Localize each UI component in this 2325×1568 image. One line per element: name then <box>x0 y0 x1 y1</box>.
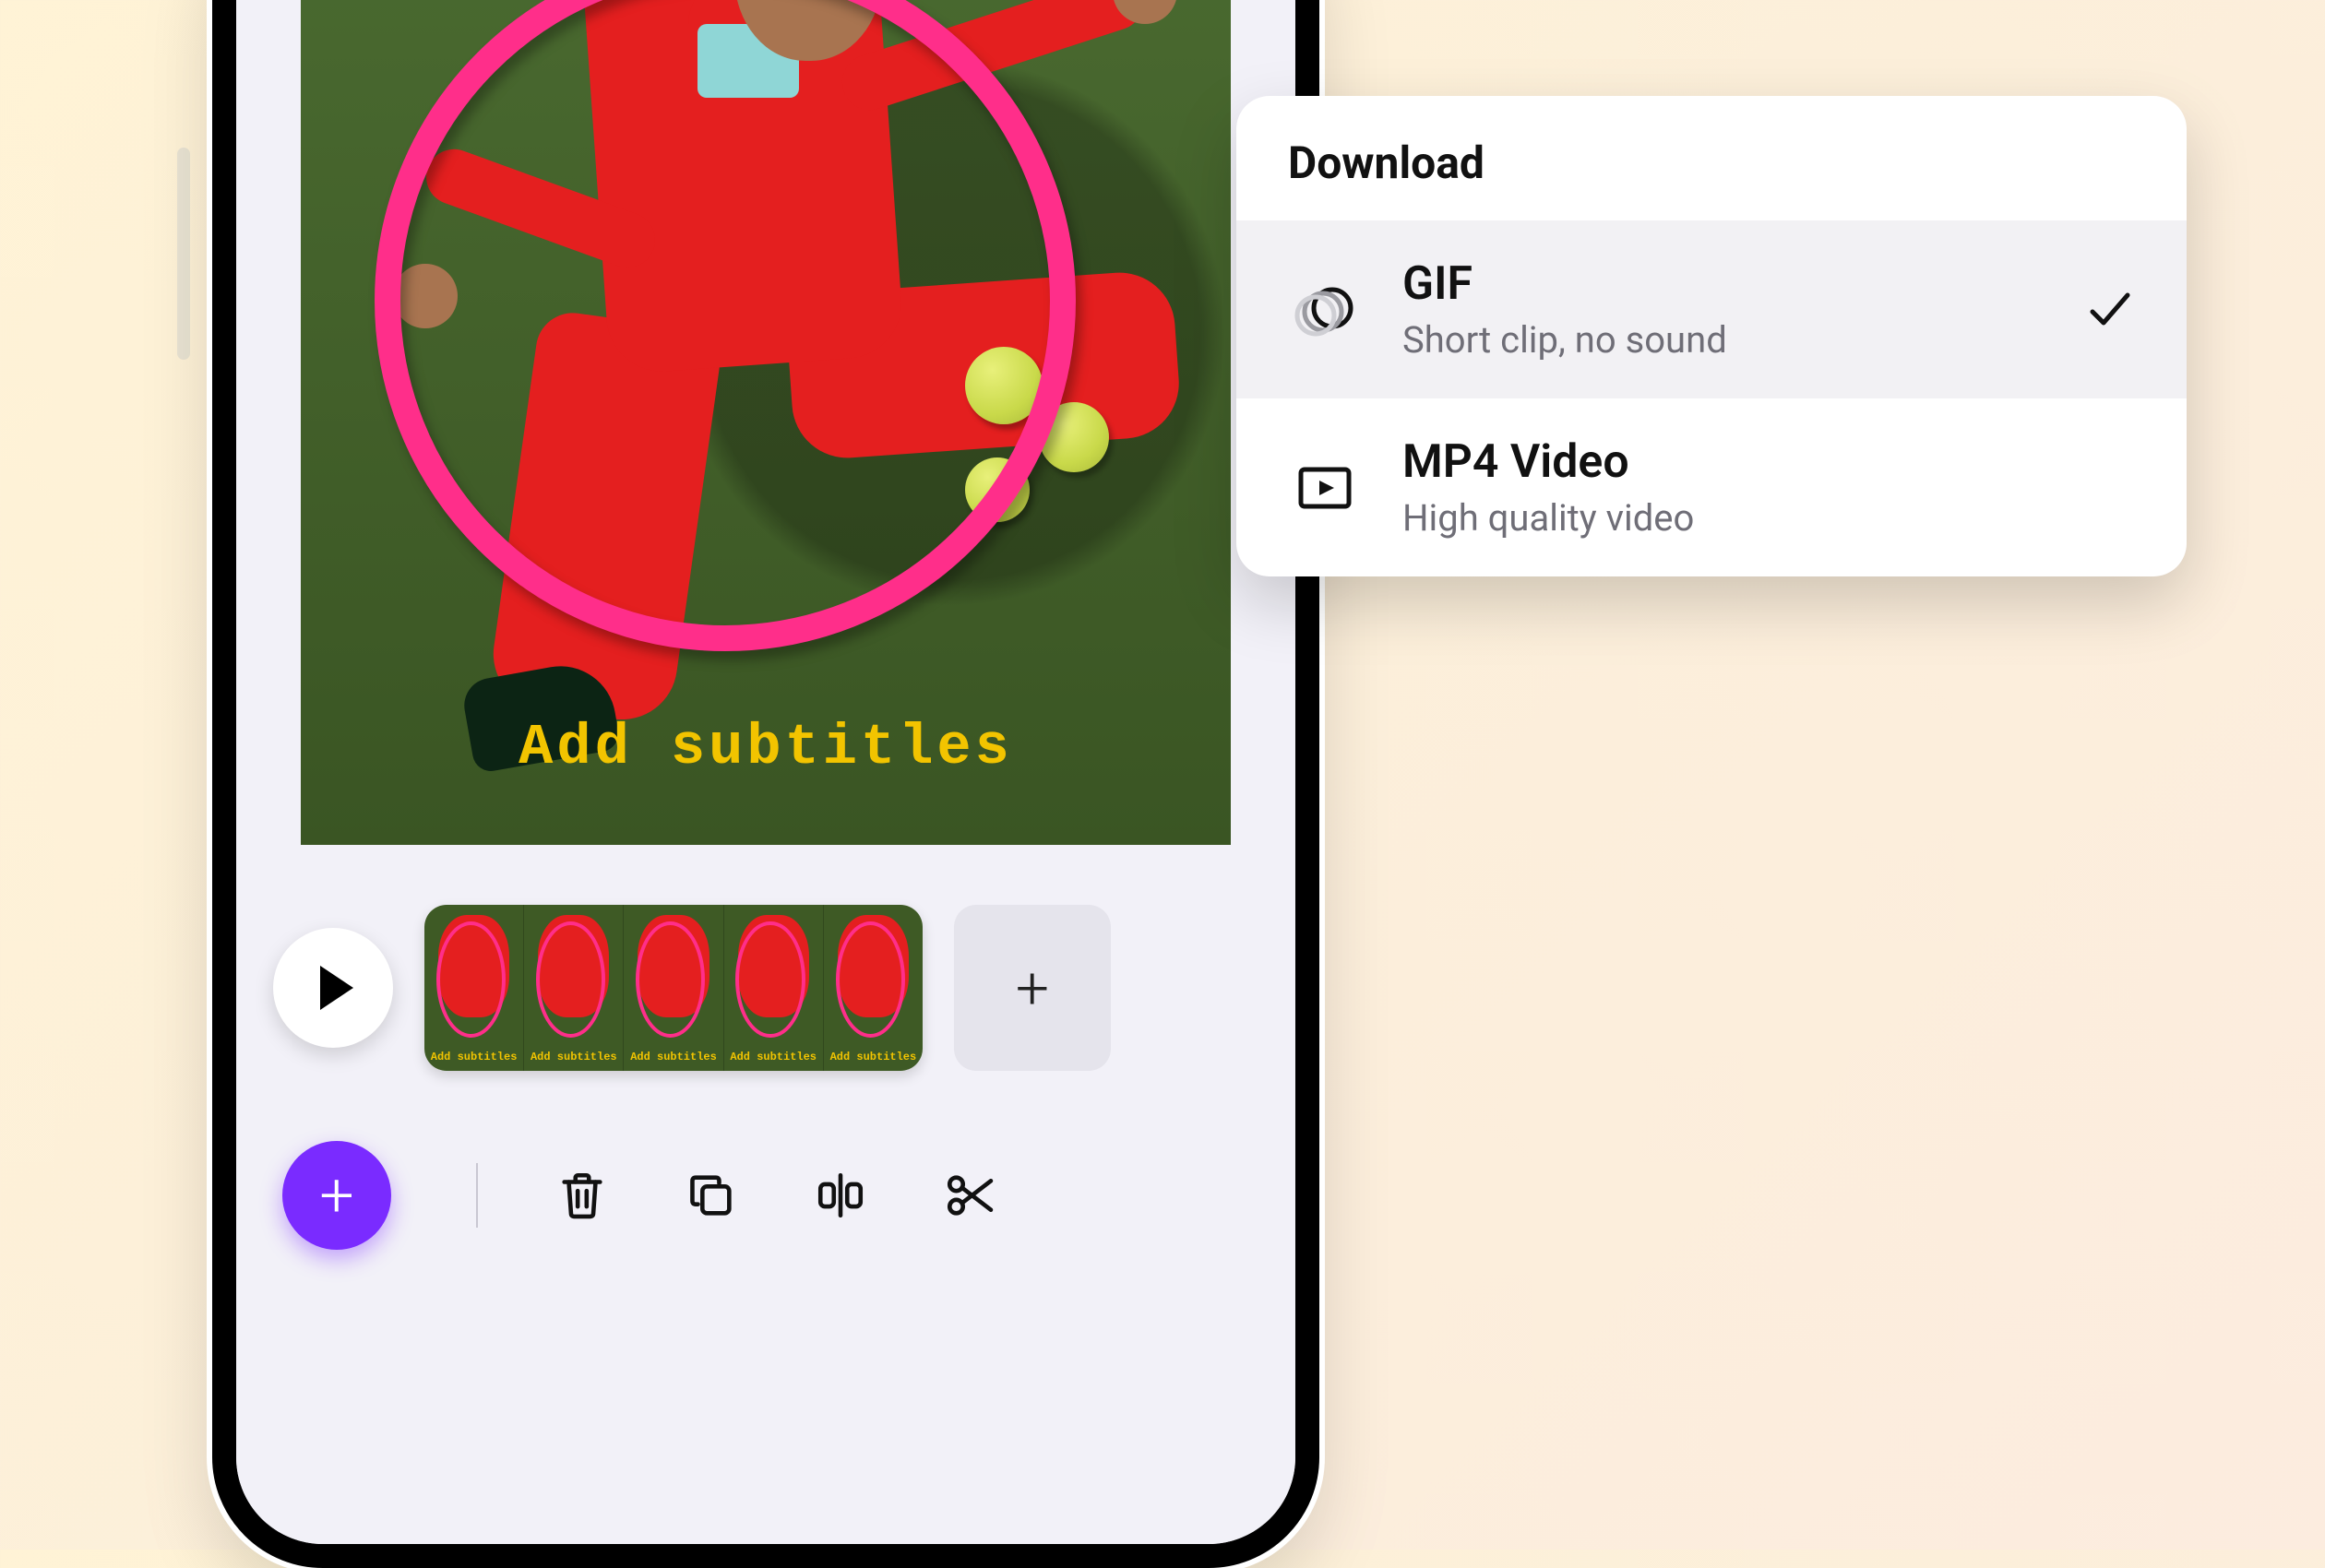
thumb-subtitle: Add subtitles <box>424 1051 523 1063</box>
split-button[interactable] <box>808 1163 873 1228</box>
scissors-icon <box>943 1169 996 1222</box>
gif-motion-icon <box>1288 273 1362 347</box>
add-clip-button[interactable]: + <box>954 905 1111 1071</box>
trash-icon <box>555 1169 609 1222</box>
delete-button[interactable] <box>550 1163 614 1228</box>
timeline-thumbnail[interactable]: Add subtitles <box>724 905 824 1071</box>
thumb-subtitle: Add subtitles <box>724 1051 823 1063</box>
timeline: Add subtitles Add subtitles Add subtitle… <box>273 900 1258 1075</box>
download-option-mp4[interactable]: MP4 Video High quality video <box>1236 398 2187 576</box>
plus-icon: + <box>319 1160 353 1231</box>
timeline-thumbnail[interactable]: Add subtitles <box>424 905 524 1071</box>
popover-title: Download <box>1236 96 2187 220</box>
option-label: GIF <box>1402 257 2043 311</box>
play-icon <box>320 966 353 1010</box>
video-canvas[interactable]: Add subtitles <box>301 0 1231 845</box>
timeline-thumbnail[interactable]: Add subtitles <box>624 905 723 1071</box>
option-description: High quality video <box>1402 496 2135 540</box>
cut-button[interactable] <box>937 1163 1002 1228</box>
download-option-gif[interactable]: GIF Short clip, no sound <box>1236 220 2187 398</box>
play-button[interactable] <box>273 928 393 1048</box>
plus-icon: + <box>1016 954 1049 1023</box>
download-popover: Download GIF Short clip, no sound MP4 Vi… <box>1236 96 2187 576</box>
duplicate-button[interactable] <box>679 1163 744 1228</box>
phone-frame: Add subtitles Add subtitles Add subtitle… <box>212 0 1319 1568</box>
thumb-subtitle: Add subtitles <box>624 1051 722 1063</box>
timeline-thumbnail[interactable]: Add subtitles <box>824 905 923 1071</box>
thumb-subtitle: Add subtitles <box>824 1051 923 1063</box>
video-file-icon <box>1288 451 1362 525</box>
toolbar-divider <box>476 1163 478 1228</box>
thumb-subtitle: Add subtitles <box>524 1051 623 1063</box>
subtitle-text-overlay[interactable]: Add subtitles <box>301 715 1231 780</box>
option-description: Short clip, no sound <box>1402 318 2043 362</box>
bottom-toolbar: + <box>273 1131 1258 1260</box>
add-fab-button[interactable]: + <box>282 1141 391 1250</box>
phone-side-button <box>177 148 190 360</box>
split-icon <box>814 1169 867 1222</box>
clip-strip[interactable]: Add subtitles Add subtitles Add subtitle… <box>424 905 923 1071</box>
copy-icon <box>685 1169 738 1222</box>
timeline-thumbnail[interactable]: Add subtitles <box>524 905 624 1071</box>
option-label: MP4 Video <box>1402 435 2135 489</box>
phone-screen: Add subtitles Add subtitles Add subtitle… <box>236 0 1295 1544</box>
selected-check-icon <box>2083 284 2135 336</box>
